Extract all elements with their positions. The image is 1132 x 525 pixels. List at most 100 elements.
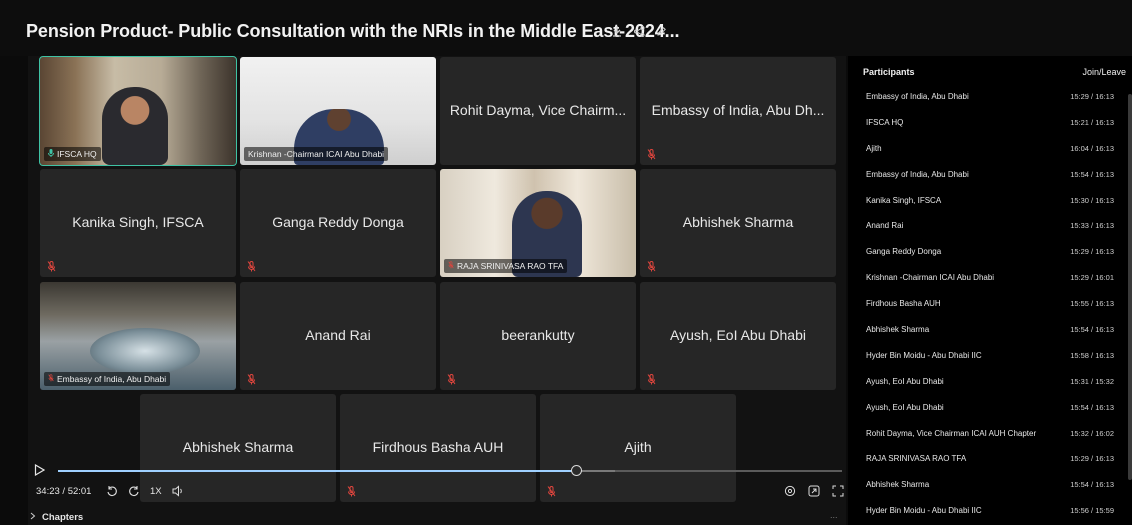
tile-name: Abhishek Sharma <box>182 439 294 455</box>
participant-name: Ajith <box>866 143 882 153</box>
mic-muted-icon <box>647 261 656 272</box>
participant-time: 15:30 / 16:13 <box>1070 195 1114 205</box>
participant-name: Abhishek Sharma <box>866 480 930 490</box>
participant-name: Embassy of India, Abu Dhabi <box>866 169 969 179</box>
mic-muted-icon <box>247 374 256 385</box>
meeting-title: Pension Product- Public Consultation wit… <box>26 21 680 41</box>
video-tile-beerankutty[interactable]: beerankutty <box>440 282 636 390</box>
video-tile-abhishek-sharma[interactable]: Abhishek Sharma <box>640 169 836 277</box>
video-tile-embassy-india-video[interactable]: Embassy of India, Abu Dhabi <box>40 282 236 390</box>
rewind-icon[interactable] <box>106 485 118 497</box>
settings-icon[interactable] <box>784 485 796 497</box>
title-actions <box>611 24 667 38</box>
video-tile-krishnan[interactable]: Krishnan -Chairman ICAI Abu Dhabi <box>240 57 436 165</box>
participant-row[interactable]: Abhishek Sharma 15:54 / 16:13 <box>848 472 1132 498</box>
mic-muted-icon <box>447 374 456 385</box>
chapters-toggle[interactable]: Chapters <box>30 512 83 523</box>
participant-row[interactable]: Krishnan -Chairman ICAI Abu Dhabi 15:29 /… <box>848 265 1132 291</box>
tile-name: Firdhous Basha AUH <box>372 439 504 455</box>
participant-name: Ayush, EoI Abu Dhabi <box>866 402 944 412</box>
tile-name: Embassy of India, Abu Dh... <box>651 102 825 118</box>
participant-row[interactable]: Hyder Bin Moidu - Abu Dhabi IIC 15:58 / 1… <box>848 343 1132 369</box>
participant-time: 15:54 / 16:13 <box>1070 402 1114 412</box>
video-tile-kanika-singh[interactable]: Kanika Singh, IFSCA <box>40 169 236 277</box>
forward-icon[interactable] <box>128 485 140 497</box>
participant-name: Ayush, EoI Abu Dhabi <box>866 376 944 386</box>
participant-name: Anand Rai <box>866 221 904 231</box>
video-tile-raja-srinivasa[interactable]: RAJA SRINIVASA RAO TFA <box>440 169 636 277</box>
participant-name: Krishnan -Chairman ICAI Abu Dhabi <box>866 273 995 283</box>
tile-name: Ajith <box>624 439 652 455</box>
participant-row[interactable]: Embassy of India, Abu Dhabi 15:29 / 16:13 <box>848 84 1132 110</box>
participant-time: 15:29 / 16:13 <box>1070 92 1114 101</box>
participant-name: Hyder Bin Moidu - Abu Dhabi IIC <box>866 350 982 360</box>
video-tile-ganga-reddy[interactable]: Ganga Reddy Donga <box>240 169 436 277</box>
video-tile-ayush[interactable]: Ayush, EoI Abu Dhabi <box>640 282 836 390</box>
fullscreen-icon[interactable] <box>832 485 844 497</box>
mic-muted-icon <box>647 374 656 385</box>
participant-name: Firdhous Basha AUH <box>866 299 941 309</box>
tile-name: Ayush, EoI Abu Dhabi <box>670 327 806 343</box>
participant-time: 15:29 / 16:13 <box>1070 454 1114 464</box>
participant-row[interactable]: IFSCA HQ 15:21 / 16:13 <box>848 110 1132 136</box>
participant-row[interactable]: Firdhous Basha AUH 15:55 / 16:13 <box>848 291 1132 317</box>
participant-row[interactable]: Anand Rai 15:33 / 16:13 <box>848 213 1132 239</box>
participant-name: Kanika Singh, IFSCA <box>866 195 942 205</box>
play-icon[interactable] <box>34 463 46 477</box>
picture-in-picture-icon[interactable] <box>808 485 820 497</box>
video-tile-embassy-india[interactable]: Embassy of India, Abu Dh... <box>640 57 836 165</box>
participant-time: 15:56 / 15:59 <box>1070 506 1114 516</box>
more-indicator: ... <box>830 510 838 520</box>
participant-time: 15:54 / 16:13 <box>1070 325 1114 335</box>
participant-time: 15:29 / 16:01 <box>1070 273 1114 283</box>
tile-label: Embassy of India, Abu Dhabi <box>44 372 171 386</box>
participant-time: 15:32 / 16:02 <box>1070 428 1114 438</box>
progress-track[interactable] <box>58 470 842 472</box>
participant-row[interactable]: Kanika Singh, IFSCA 15:30 / 16:13 <box>848 188 1132 214</box>
tile-name: Rohit Dayma, Vice Chairm... <box>449 102 627 118</box>
share-icon[interactable] <box>633 24 645 38</box>
participant-row[interactable]: RAJA SRINIVASA RAO TFA 15:29 / 16:13 <box>848 446 1132 472</box>
mic-muted-icon <box>647 149 656 160</box>
participants-title: Participants <box>863 67 915 77</box>
participant-time: 15:54 / 16:13 <box>1070 169 1114 179</box>
participants-scrollbar[interactable] <box>1128 94 1132 480</box>
top-bar: Pension Product- Public Consultation wit… <box>0 0 1132 56</box>
time-readout: 34:23 / 52:01 <box>36 486 92 497</box>
participants-list: Embassy of India, Abu Dhabi 15:29 / 16:13… <box>848 84 1132 524</box>
participant-row[interactable]: Ayush, EoI Abu Dhabi 15:54 / 16:13 <box>848 395 1132 421</box>
video-tile-anand-rai[interactable]: Anand Rai <box>240 282 436 390</box>
participant-name: Abhishek Sharma <box>866 325 930 335</box>
view-controls <box>784 485 844 497</box>
participant-row[interactable]: Hyder Bin Moidu - Abu Dhabi IIC 15:56 / 1… <box>848 498 1132 524</box>
participant-name: RAJA SRINIVASA RAO TFA <box>866 454 967 464</box>
edit-icon[interactable] <box>655 24 667 38</box>
download-icon[interactable] <box>611 24 623 38</box>
tile-name: beerankutty <box>501 327 575 343</box>
progress-played <box>58 470 577 472</box>
join-leave-header: Join/Leave <box>1082 67 1126 77</box>
participant-time: 15:33 / 16:13 <box>1070 221 1114 231</box>
participant-time: 16:04 / 16:13 <box>1070 143 1114 153</box>
tile-name: Abhishek Sharma <box>682 214 794 230</box>
participant-row[interactable]: Embassy of India, Abu Dhabi 15:54 / 16:13 <box>848 162 1132 188</box>
participant-row[interactable]: Ganga Reddy Donga 15:29 / 16:13 <box>848 239 1132 265</box>
video-tile-rohit-dayma[interactable]: Rohit Dayma, Vice Chairm... <box>440 57 636 165</box>
participant-row[interactable]: Rohit Dayma, Vice Chairman ICAI AUH Chap… <box>848 421 1132 447</box>
video-mic-icon <box>48 149 54 159</box>
participant-name: Ganga Reddy Donga <box>866 247 942 257</box>
volume-icon[interactable] <box>172 485 184 497</box>
mic-muted-icon <box>247 261 256 272</box>
video-tile-ifsca-hq[interactable]: IFSCA HQ <box>39 56 237 166</box>
participants-panel: Participants Join/Leave Embassy of India… <box>848 56 1132 525</box>
participant-time: 15:58 / 16:13 <box>1070 350 1114 360</box>
participant-row[interactable]: Abhishek Sharma 15:54 / 16:13 <box>848 317 1132 343</box>
chevron-right-icon <box>30 512 36 523</box>
participant-name: Rohit Dayma, Vice Chairman ICAI AUH Chap… <box>866 428 1037 438</box>
participant-row[interactable]: Ayush, EoI Abu Dhabi 15:31 / 15:32 <box>848 369 1132 395</box>
mic-muted-icon <box>48 374 54 384</box>
playback-speed[interactable]: 1X <box>150 486 162 497</box>
participant-time: 15:55 / 16:13 <box>1070 299 1114 309</box>
participant-row[interactable]: Ajith 16:04 / 16:13 <box>848 136 1132 162</box>
progress-handle[interactable] <box>570 465 582 476</box>
